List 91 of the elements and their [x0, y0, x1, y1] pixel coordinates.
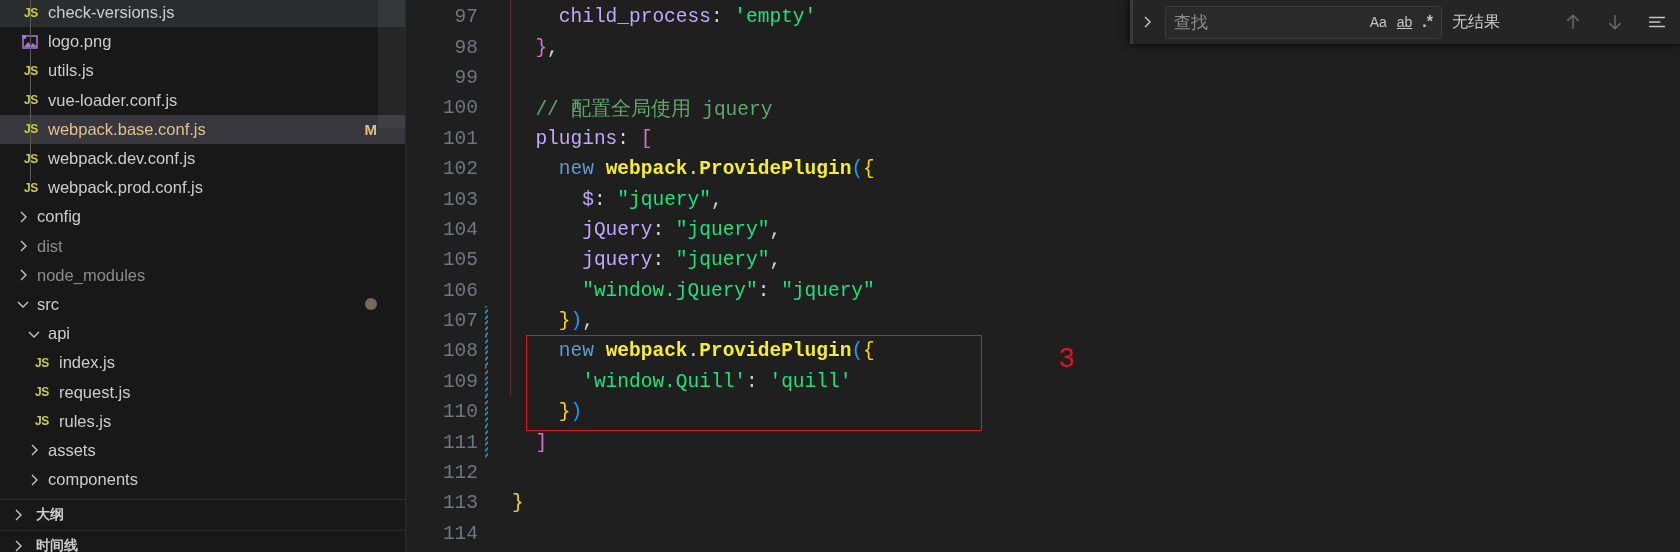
- code-line: ]: [534, 431, 548, 454]
- up-arrow-icon[interactable]: [1564, 13, 1582, 31]
- file-name: request.js: [59, 382, 131, 402]
- file-tree-item[interactable]: components: [0, 465, 405, 495]
- file-name: src: [37, 294, 59, 314]
- line-number: 108: [442, 340, 479, 363]
- file-name: dist: [37, 236, 63, 256]
- line-number: 114: [442, 522, 479, 545]
- line-number: 100: [442, 97, 479, 120]
- code-line: jQuery: "jquery",: [581, 218, 782, 241]
- file-name: webpack.dev.conf.js: [48, 149, 196, 169]
- javascript-file-icon: JS: [35, 414, 49, 429]
- line-number: 99: [454, 66, 479, 89]
- scrollbar-thumb[interactable]: [378, 0, 405, 128]
- code-line: // 配置全局使用 jquery: [534, 97, 773, 122]
- line-number: 111: [442, 431, 479, 454]
- line-number: 105: [442, 249, 479, 272]
- line-number: 107: [442, 310, 479, 333]
- line-number: 109: [442, 370, 479, 393]
- annotation-number: 3: [1059, 342, 1075, 375]
- file-name: vue-loader.conf.js: [48, 90, 178, 110]
- file-tree-item[interactable]: JS vue-loader.conf.js: [0, 85, 405, 115]
- line-number: 97: [454, 6, 479, 29]
- file-name: webpack.prod.conf.js: [48, 178, 203, 198]
- file-tree-item[interactable]: JS webpack.prod.conf.js: [0, 173, 405, 203]
- file-tree-item[interactable]: assets: [0, 435, 405, 465]
- javascript-file-icon: JS: [35, 355, 49, 370]
- code-line: $: "jquery",: [581, 188, 723, 211]
- panel-header[interactable]: 时间线: [0, 530, 405, 552]
- code-line: new webpack.ProvidePlugin({: [557, 158, 875, 181]
- file-tree-item[interactable]: logo.png: [0, 27, 405, 57]
- file-tree-item[interactable]: dist: [0, 231, 405, 261]
- file-name: index.js: [59, 353, 115, 373]
- file-name: logo.png: [48, 32, 112, 52]
- down-arrow-icon[interactable]: [1606, 13, 1624, 31]
- line-number: 102: [442, 158, 479, 181]
- line-number: 104: [442, 218, 479, 241]
- code-line: child_process: 'empty': [557, 6, 817, 29]
- result-count: 无结果: [1452, 11, 1500, 32]
- file-tree-item[interactable]: config: [0, 202, 405, 232]
- panel-title: 时间线: [36, 537, 78, 552]
- code-line: new webpack.ProvidePlugin({: [557, 340, 875, 363]
- javascript-file-icon: JS: [24, 93, 38, 108]
- panel-title: 大纲: [36, 506, 64, 524]
- javascript-file-icon: JS: [24, 63, 38, 78]
- file-tree-item[interactable]: node_modules: [0, 260, 405, 290]
- git-status-letter: M: [364, 120, 377, 138]
- javascript-file-icon: JS: [24, 5, 38, 20]
- file-name: webpack.base.conf.js: [48, 119, 206, 139]
- code-line: plugins: [: [534, 127, 653, 150]
- code-line: jquery: "jquery",: [581, 249, 782, 272]
- file-tree-item[interactable]: JS request.js: [0, 377, 405, 407]
- file-tree-item[interactable]: JS utils.js: [0, 56, 405, 86]
- line-number: 106: [442, 279, 479, 302]
- javascript-file-icon: JS: [35, 385, 49, 400]
- file-tree-item[interactable]: JS webpack.dev.conf.js: [0, 143, 405, 174]
- search-option-toggle[interactable]: Aa: [1369, 14, 1387, 30]
- file-tree-item[interactable]: JS index.js: [0, 348, 405, 378]
- file-tree-item[interactable]: src: [0, 289, 405, 320]
- file-tree-item[interactable]: JS rules.js: [0, 406, 405, 436]
- file-name: assets: [48, 440, 96, 460]
- file-name: check-versions.js: [48, 3, 175, 23]
- file-tree-item[interactable]: JS webpack.base.conf.js M: [0, 114, 405, 144]
- javascript-file-icon: JS: [24, 122, 38, 137]
- code-line: },: [534, 36, 559, 59]
- code-line: }),: [557, 310, 594, 333]
- javascript-file-icon: JS: [24, 180, 38, 195]
- line-number: 110: [442, 401, 479, 424]
- search-option-toggle[interactable]: ab: [1396, 14, 1413, 30]
- line-number: 112: [442, 462, 479, 485]
- file-name: config: [37, 207, 82, 227]
- search-option-toggle[interactable]: .*: [1422, 13, 1433, 31]
- code-line: 'window.Quill': 'quill': [581, 370, 852, 393]
- file-tree-item[interactable]: JS check-versions.js: [0, 0, 405, 28]
- line-number: 98: [454, 36, 479, 59]
- line-number: 103: [442, 188, 479, 211]
- javascript-file-icon: JS: [24, 151, 38, 166]
- file-name: components: [48, 470, 138, 490]
- search-field[interactable]: 查找 Aa ab .*: [1165, 5, 1442, 39]
- file-name: utils.js: [48, 61, 94, 81]
- code-line: }: [512, 492, 524, 515]
- line-number: 101: [442, 127, 479, 150]
- line-number: 113: [442, 492, 479, 515]
- code-line: "window.jQuery": "jquery": [581, 279, 875, 302]
- file-name: node_modules: [37, 265, 146, 285]
- code-line: }): [557, 401, 583, 424]
- file-tree-item[interactable]: api: [0, 319, 405, 349]
- panel-header[interactable]: 大纲: [0, 499, 405, 530]
- file-name: api: [48, 324, 71, 344]
- file-name: rules.js: [59, 411, 112, 431]
- image-file-icon: [22, 34, 38, 49]
